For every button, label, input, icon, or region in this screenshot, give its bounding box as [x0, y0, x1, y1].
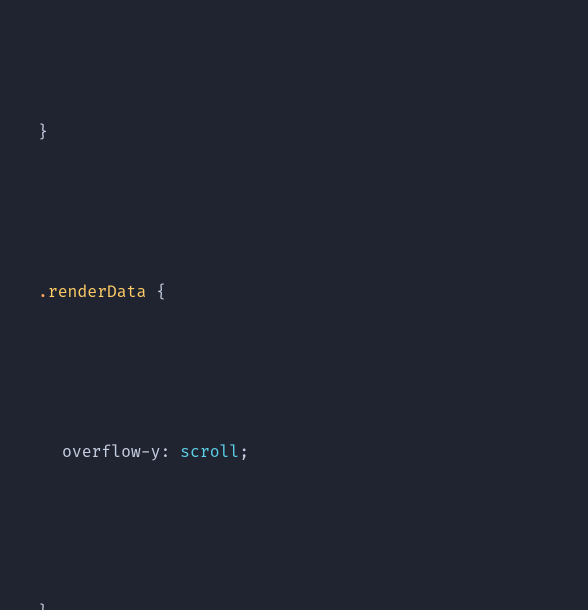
- code-line[interactable]: }: [38, 592, 588, 610]
- brace-open: {: [156, 272, 166, 312]
- selector-class: renderData: [48, 272, 146, 312]
- space: [146, 272, 156, 312]
- css-property: overflow-y: [62, 432, 160, 472]
- code-editor[interactable]: } .renderData { overflow-y: scroll; } .r…: [0, 0, 588, 610]
- selector-dot: .: [38, 272, 48, 312]
- semicolon: ;: [239, 432, 249, 472]
- brace-close: }: [38, 592, 48, 610]
- brace-close: }: [38, 112, 48, 152]
- colon: :: [160, 432, 180, 472]
- code-line[interactable]: overflow-y: scroll;: [38, 432, 588, 472]
- code-line[interactable]: }: [38, 112, 588, 152]
- css-value: scroll: [180, 432, 239, 472]
- code-line[interactable]: .renderData {: [38, 272, 588, 312]
